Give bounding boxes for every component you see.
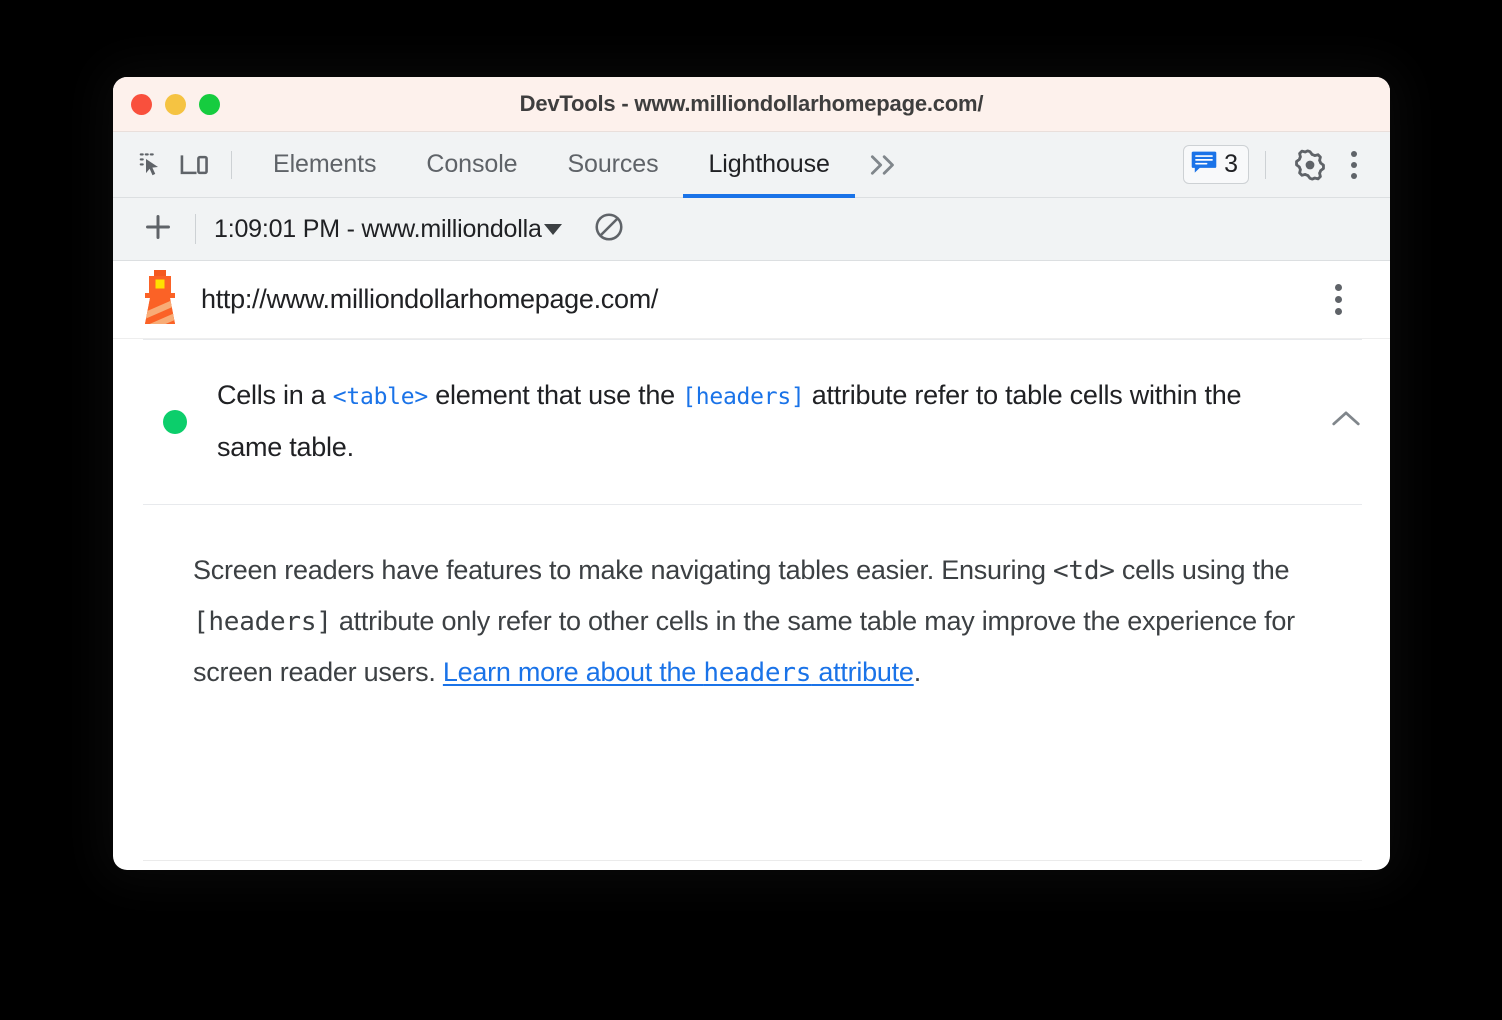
devtools-main-menu-icon[interactable] [1334,141,1374,189]
tabbar-actions: 3 [1183,141,1374,189]
kebab-dot [1334,284,1342,291]
gear-icon[interactable] [1286,141,1334,189]
audit-content: Cells in a <table> element that use the … [113,339,1390,729]
close-window-button[interactable] [131,93,152,115]
tab-sources-label: Sources [567,150,659,178]
audit-title-part1: Cells in a [217,380,333,410]
toolbar-divider [195,214,196,244]
inspect-element-icon[interactable] [131,144,173,186]
tabbar-divider [231,150,232,179]
report-url-row: http://www.milliondollarhomepage.com/ [113,261,1390,339]
lighthouse-icon [137,268,183,331]
message-count: 3 [1224,150,1238,178]
desc-part2: cells using the [1114,554,1290,585]
desc-code-td: <td> [1053,555,1115,586]
tab-console-label: Console [426,150,518,178]
maximize-window-button[interactable] [199,93,220,115]
tab-lighthouse-label: Lighthouse [708,150,830,178]
link-text-before: Learn more about the [442,657,704,688]
kebab-dot [1351,150,1357,157]
chevron-double-right-icon[interactable] [855,152,915,178]
audit-title-code-table: <table> [332,384,428,410]
kebab-dot [1334,308,1342,315]
desc-part1: Screen readers have features to make nav… [193,554,1054,585]
kebab-dot [1351,172,1357,179]
audit-description: Screen readers have features to make nav… [113,505,1390,729]
desc-part4: . [913,657,922,688]
green-circle-icon [163,409,187,434]
tab-lighthouse[interactable]: Lighthouse [683,132,856,198]
link-code-headers: headers [703,658,812,689]
clear-all-icon [593,211,625,248]
kebab-dot [1334,296,1342,303]
devtools-tabbar: Elements Console Sources Lighthouse 3 [113,132,1390,198]
window-title: DevTools - www.milliondollarhomepage.com… [519,91,984,116]
new-report-button[interactable] [135,206,181,252]
report-selector-value: 1:09:01 PM - www.milliondolla [214,214,542,243]
panel-bottom-divider [143,860,1362,861]
actions-divider [1265,150,1266,179]
report-selector[interactable]: 1:09:01 PM - www.milliondolla [214,215,562,244]
tab-elements-label: Elements [273,150,377,178]
tab-sources[interactable]: Sources [542,132,683,197]
link-text-after: attribute [811,657,914,688]
report-url: http://www.milliondollarhomepage.com/ [201,284,659,314]
screenshot-root: DevTools - www.milliondollarhomepage.com… [0,0,1502,1020]
window-controls [113,93,220,115]
audit-title: Cells in a <table> element that use the … [217,370,1262,474]
tab-console[interactable]: Console [401,132,542,197]
device-toolbar-icon[interactable] [173,144,215,186]
message-bubble-icon [1191,150,1217,179]
clear-all-button[interactable] [587,207,631,251]
learn-more-link[interactable]: Learn more about the headers attribute [442,657,914,689]
caret-down-icon [543,223,562,235]
audit-title-code-headers: [headers] [682,384,805,410]
tab-elements[interactable]: Elements [248,132,401,197]
panel-tabs: Elements Console Sources Lighthouse [248,132,856,198]
report-menu-icon[interactable] [1318,276,1358,324]
lighthouse-toolbar: 1:09:01 PM - www.milliondolla [113,198,1390,261]
console-messages-badge[interactable]: 3 [1183,145,1249,184]
minimize-window-button[interactable] [165,93,186,115]
chevron-up-icon[interactable] [1310,408,1362,435]
kebab-dot [1351,161,1357,168]
audit-description-text: Screen readers have features to make nav… [193,545,1318,699]
desc-code-headers: [headers] [193,607,332,638]
audit-title-part2: element that use the [427,380,683,410]
devtools-window: DevTools - www.milliondollarhomepage.com… [113,77,1390,870]
plus-icon [141,210,175,249]
audit-header[interactable]: Cells in a <table> element that use the … [113,340,1390,504]
window-titlebar: DevTools - www.milliondollarhomepage.com… [113,77,1390,132]
